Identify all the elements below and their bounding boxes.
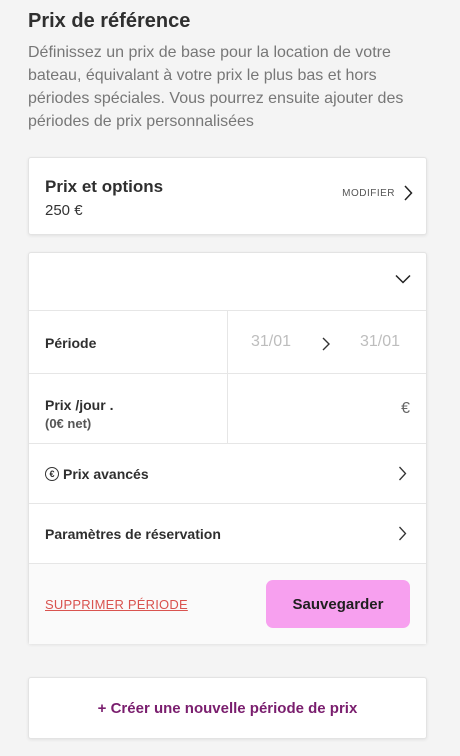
advanced-pricing-row[interactable]: € Prix avancés xyxy=(29,444,426,504)
price-net-label: (0€ net) xyxy=(45,416,92,431)
save-button[interactable]: Sauvegarder xyxy=(266,580,410,628)
euro-unit: € xyxy=(401,400,410,417)
price-period-card: Période 31/01 31/01 Prix /jour . (0€ net… xyxy=(28,252,427,644)
euro-circle-icon: € xyxy=(45,467,59,481)
section-description: Définissez un prix de base pour la locat… xyxy=(28,44,404,130)
chevron-down-icon[interactable] xyxy=(395,274,411,284)
advanced-pricing-label: Prix avancés xyxy=(63,466,149,482)
end-date-field[interactable]: 31/01 xyxy=(360,333,400,351)
column-divider xyxy=(227,374,228,443)
modify-label: MODIFIER xyxy=(342,187,395,199)
start-date-field[interactable]: 31/01 xyxy=(251,333,291,351)
period-actions: SUPPRIMER PÉRIODE Sauvegarder xyxy=(29,564,426,644)
base-price-value: 250 € xyxy=(45,202,83,219)
price-options-title: Prix et options xyxy=(45,177,164,196)
chevron-right-icon xyxy=(399,526,407,541)
price-per-day-input[interactable] xyxy=(234,392,384,424)
period-label: Période xyxy=(45,335,97,351)
delete-period-link[interactable]: SUPPRIMER PÉRIODE xyxy=(45,597,188,612)
price-per-day-label: Prix /jour . xyxy=(45,397,114,413)
arrow-right-icon xyxy=(322,337,330,351)
create-price-period-button[interactable]: + Créer une nouvelle période de prix xyxy=(28,677,427,739)
column-divider xyxy=(227,311,228,373)
period-row: Période 31/01 31/01 xyxy=(29,311,426,374)
modify-button[interactable]: MODIFIER xyxy=(342,180,413,206)
chevron-right-icon xyxy=(404,185,413,201)
page-title: Prix de référence xyxy=(28,10,191,32)
reservation-settings-row[interactable]: Paramètres de réservation xyxy=(29,504,426,564)
chevron-right-icon xyxy=(399,466,407,481)
price-options-card: Prix et options 250 € MODIFIER xyxy=(28,157,427,235)
reservation-settings-label: Paramètres de réservation xyxy=(45,526,221,542)
period-header-row xyxy=(29,253,426,311)
create-price-period-label: + Créer une nouvelle période de prix xyxy=(97,699,358,717)
price-per-day-row: Prix /jour . (0€ net) € xyxy=(29,374,426,444)
